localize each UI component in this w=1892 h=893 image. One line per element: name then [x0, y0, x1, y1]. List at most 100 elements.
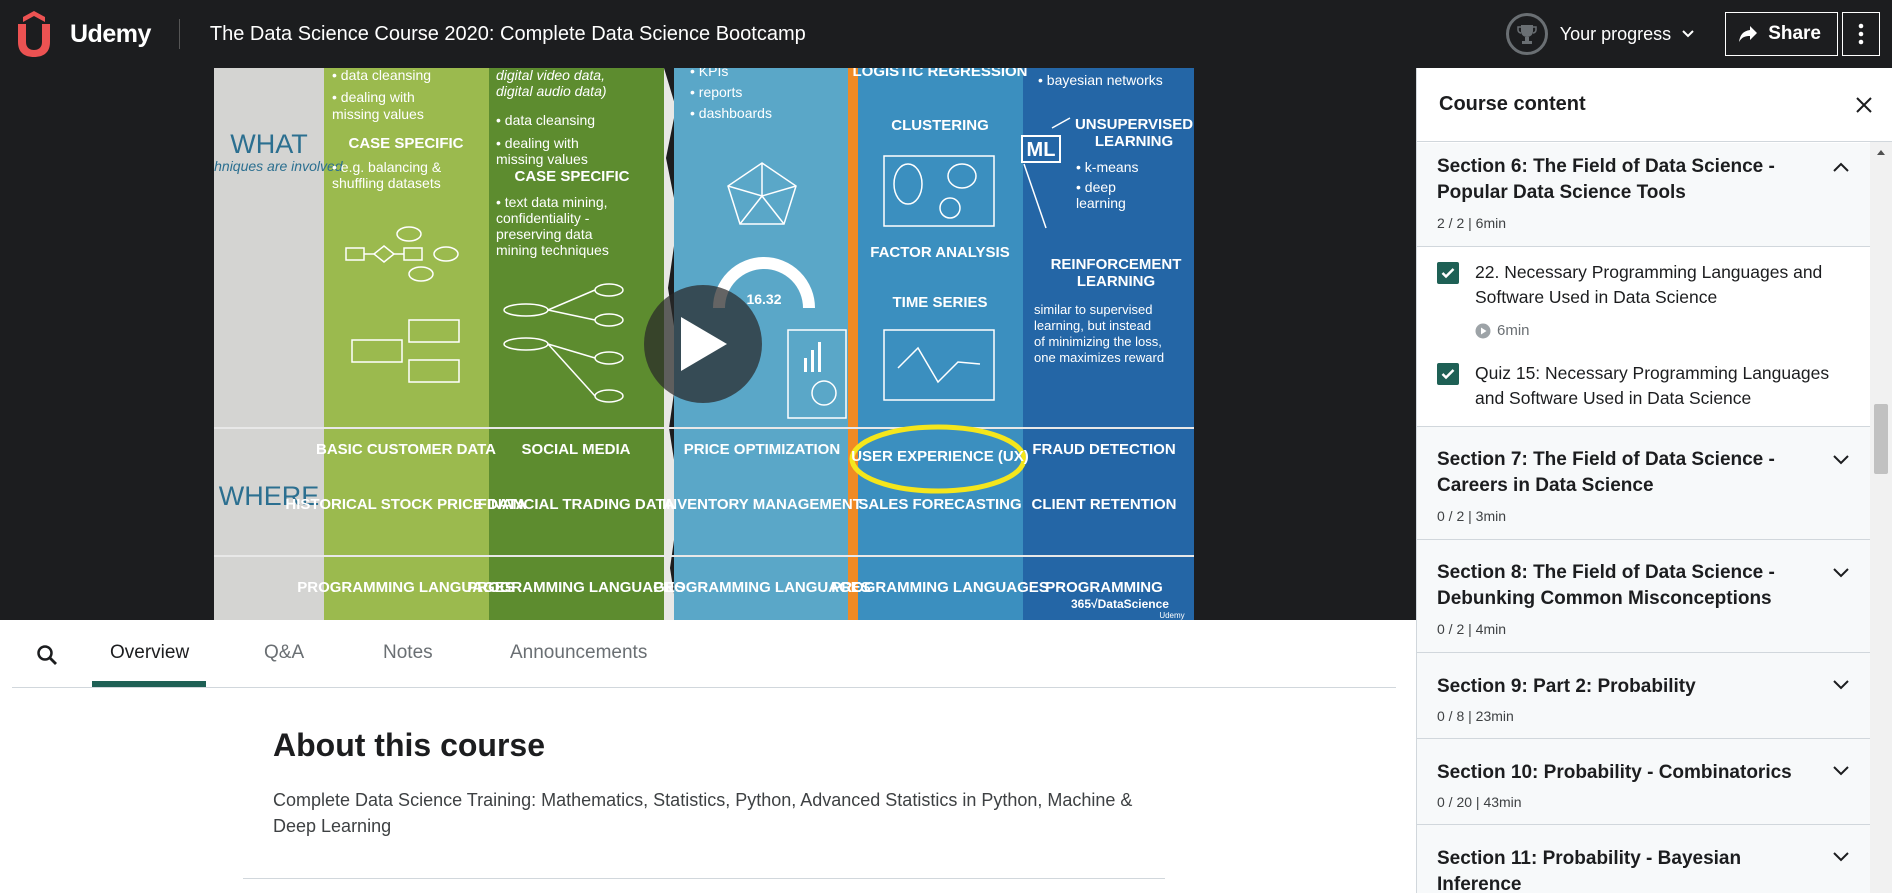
section-title: Section 9: Part 2: Probability — [1437, 676, 1696, 697]
svg-text:shuffling datasets: shuffling datasets — [332, 175, 441, 191]
vertical-dots-icon — [1858, 23, 1864, 45]
chevron-down-icon[interactable] — [1832, 567, 1850, 579]
scroll-up-arrow-icon[interactable] — [1876, 148, 1886, 156]
svg-text:one maximizes reward: one maximizes reward — [1034, 350, 1164, 365]
programming-row: PROGRAMMING LANGUAGES PROGRAMMING LANGUA… — [297, 579, 1163, 596]
scrollbar-thumb[interactable] — [1874, 404, 1888, 474]
svg-text:LOGISTIC REGRESSION: LOGISTIC REGRESSION — [852, 68, 1027, 80]
section-10[interactable]: Section 10: Probability - Combinatorics … — [1417, 739, 1870, 825]
svg-text:• dashboards: • dashboards — [690, 105, 772, 121]
tab-announcements[interactable]: Announcements — [510, 642, 647, 664]
svg-text:• bayesian networks: • bayesian networks — [1038, 72, 1163, 88]
checkmark-icon — [1441, 369, 1455, 380]
svg-text:• deep: • deep — [1076, 179, 1116, 195]
svg-text:preserving data: preserving data — [496, 226, 593, 242]
tab-overview[interactable]: Overview — [110, 642, 189, 664]
more-options-button[interactable] — [1842, 12, 1880, 56]
tab-qa[interactable]: Q&A — [264, 642, 304, 664]
lecture-22[interactable]: 22. Necessary Programming Languages and … — [1417, 247, 1870, 347]
svg-text:16.32: 16.32 — [746, 291, 781, 307]
course-content-sidebar: Course content Section 6: The Field of D… — [1416, 68, 1892, 893]
tab-notes[interactable]: Notes — [383, 642, 433, 664]
share-icon — [1739, 26, 1758, 42]
play-button[interactable] — [644, 285, 762, 403]
section-7[interactable]: Section 7: The Field of Data Science - C… — [1417, 427, 1870, 540]
svg-text:LEARNING: LEARNING — [1077, 273, 1155, 290]
top-header: Udemy The Data Science Course 2020: Comp… — [0, 0, 1892, 68]
checkbox-checked[interactable] — [1437, 363, 1459, 385]
svg-text:USER EXPERIENCE (UX): USER EXPERIENCE (UX) — [851, 448, 1029, 465]
chevron-down-icon[interactable] — [1832, 679, 1850, 691]
watermark: 365√DataScience — [1071, 597, 1169, 611]
about-description: Complete Data Science Training: Mathemat… — [273, 790, 1133, 836]
svg-text:UNSUPERVISED: UNSUPERVISED — [1075, 116, 1193, 133]
section-8[interactable]: Section 8: The Field of Data Science - D… — [1417, 540, 1870, 653]
svg-text:• dealing with: • dealing with — [496, 135, 579, 151]
svg-text:PROGRAMMING: PROGRAMMING — [1045, 579, 1163, 596]
header-divider — [178, 19, 180, 49]
course-title[interactable]: The Data Science Course 2020: Complete D… — [210, 23, 806, 46]
about-divider — [243, 878, 1165, 879]
what-subtitle: techniques are involved — [214, 158, 344, 174]
progress-dropdown[interactable]: Your progress — [1505, 13, 1695, 55]
section-meta: 0 / 2 | 3min — [1437, 508, 1507, 524]
svg-text:confidentiality -: confidentiality - — [496, 210, 590, 226]
svg-text:PROGRAMMING LANGUAGES: PROGRAMMING LANGUAGES — [831, 579, 1049, 596]
search-icon[interactable] — [36, 644, 58, 666]
share-button[interactable]: Share — [1725, 12, 1838, 56]
svg-text:FINANCIAL TRADING DATA: FINANCIAL TRADING DATA — [478, 496, 675, 513]
section-meta: 0 / 20 | 43min — [1437, 794, 1522, 810]
section-6[interactable]: Section 6: The Field of Data Science - P… — [1417, 143, 1870, 247]
svg-text:learning, but instead: learning, but instead — [1034, 318, 1151, 333]
svg-text:FACTOR ANALYSIS: FACTOR ANALYSIS — [870, 244, 1009, 261]
svg-text:SOCIAL MEDIA: SOCIAL MEDIA — [522, 441, 631, 458]
chevron-up-icon[interactable] — [1832, 161, 1850, 173]
svg-text:CLIENT RETENTION: CLIENT RETENTION — [1032, 496, 1177, 513]
svg-text:digital audio data): digital audio data) — [496, 83, 607, 99]
section-meta: 0 / 8 | 23min — [1437, 708, 1514, 724]
svg-text:INVENTORY MANAGEMENT: INVENTORY MANAGEMENT — [662, 496, 862, 513]
udemy-logo-icon — [18, 11, 50, 57]
ml-label: ML — [1027, 139, 1056, 161]
play-circle-icon — [1475, 323, 1491, 338]
svg-text:PRICE OPTIMIZATION: PRICE OPTIMIZATION — [684, 441, 840, 458]
svg-text:missing values: missing values — [332, 106, 424, 122]
scrollbar[interactable] — [1870, 142, 1892, 893]
svg-text:FRAUD DETECTION: FRAUD DETECTION — [1032, 441, 1175, 458]
sidebar-header: Course content — [1417, 68, 1892, 142]
share-label: Share — [1768, 23, 1821, 44]
svg-text:of minimizing the loss,: of minimizing the loss, — [1034, 334, 1162, 349]
svg-text:CLUSTERING: CLUSTERING — [891, 117, 989, 134]
active-tab-indicator — [92, 681, 206, 687]
svg-text:CASE SPECIFIC: CASE SPECIFIC — [514, 168, 629, 185]
svg-text:learning: learning — [1076, 195, 1126, 211]
chevron-down-icon[interactable] — [1832, 454, 1850, 466]
checkbox-checked[interactable] — [1437, 262, 1459, 284]
chevron-down-icon[interactable] — [1832, 765, 1850, 777]
svg-text:similar to supervised: similar to supervised — [1034, 302, 1153, 317]
svg-text:TIME SERIES: TIME SERIES — [892, 294, 987, 311]
video-player[interactable]: WHAT techniques are involved WHERE • dat… — [0, 68, 1416, 620]
svg-text:BASIC CUSTOMER DATA: BASIC CUSTOMER DATA — [316, 441, 496, 458]
section-title: Section 8: The Field of Data Science - D… — [1437, 562, 1775, 609]
duration-text: 6min — [1497, 322, 1530, 339]
svg-text:digital video data,: digital video data, — [496, 68, 605, 83]
section-title: Section 11: Probability - Bayesian Infer… — [1437, 848, 1742, 893]
close-icon[interactable] — [1854, 95, 1874, 115]
svg-text:LEARNING: LEARNING — [1095, 133, 1173, 150]
section-11[interactable]: Section 11: Probability - Bayesian Infer… — [1417, 825, 1870, 893]
svg-text:• reports: • reports — [690, 84, 742, 100]
chevron-down-icon[interactable] — [1832, 851, 1850, 863]
trophy-icon — [1505, 13, 1548, 55]
quiz-title: Quiz 15: Necessary Programming Languages… — [1475, 363, 1830, 408]
quiz-15[interactable]: Quiz 15: Necessary Programming Languages… — [1417, 347, 1870, 427]
svg-text:• data cleansing: • data cleansing — [332, 68, 431, 83]
sidebar-title: Course content — [1439, 93, 1586, 115]
svg-text:• text data mining,: • text data mining, — [496, 194, 608, 210]
svg-text:• KPIs: • KPIs — [690, 68, 728, 79]
udemy-logo[interactable]: Udemy — [12, 0, 151, 68]
section-9[interactable]: Section 9: Part 2: Probability 0 / 8 | 2… — [1417, 653, 1870, 739]
section-title: Section 10: Probability - Combinatorics — [1437, 762, 1792, 783]
watermark-small: Udemy — [1159, 611, 1184, 620]
svg-text:• e.g. balancing &: • e.g. balancing & — [332, 159, 442, 175]
